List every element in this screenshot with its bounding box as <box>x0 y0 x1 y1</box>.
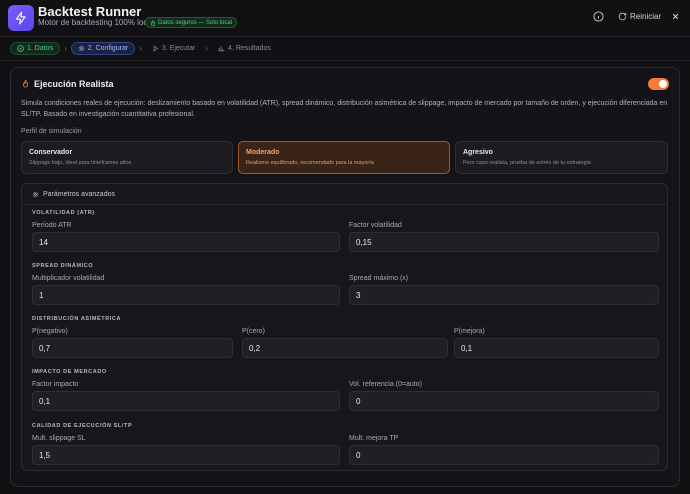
flame-icon <box>22 79 29 88</box>
advanced-params: Parámetros avanzados VOLATILIDAD (ATR) P… <box>21 183 668 471</box>
p-neg-label: P(negativo) <box>32 328 68 335</box>
profile-conservador[interactable]: Conservador Slippage bajo, ideal para ti… <box>21 141 233 174</box>
step-configurar[interactable]: 2. Configurar <box>70 41 136 55</box>
atr-period-label: Período ATR <box>32 222 72 229</box>
step-resultados[interactable]: 4. Resultados <box>212 42 277 55</box>
group-sltp-title: CALIDAD DE EJECUCIÓN SL/TP <box>32 423 133 429</box>
p-neg-input[interactable]: 0,7 <box>32 338 233 358</box>
secure-badge: Datos seguros — Solo local <box>145 17 238 28</box>
info-button[interactable] <box>592 10 604 22</box>
step-datos[interactable]: 1. Datos <box>10 41 61 55</box>
p-better-label: P(mejora) <box>454 328 485 335</box>
vol-mult-label: Multiplicador volatilidad <box>32 275 105 282</box>
profile-moderado[interactable]: Moderado Realismo equilibrado, recomenda… <box>238 141 450 174</box>
reset-button[interactable]: Reiniciar <box>618 10 661 22</box>
header-divider <box>0 36 690 37</box>
app-logo <box>8 5 34 31</box>
play-icon <box>153 44 159 52</box>
check-circle-icon <box>17 44 24 52</box>
lock-icon <box>150 19 156 26</box>
ref-vol-label: Vol. referencia (0=auto) <box>349 381 422 388</box>
tp-mult-input[interactable]: 0 <box>349 445 659 465</box>
chevron-right-icon: › <box>64 43 67 53</box>
vol-mult-input[interactable]: 1 <box>32 285 340 305</box>
info-icon <box>592 10 604 22</box>
p-zero-input[interactable]: 0,2 <box>242 338 448 358</box>
profile-label: Perfil de simulación <box>21 128 82 135</box>
bar-chart-icon <box>218 45 225 51</box>
secure-badge-label: Datos seguros — Solo local <box>158 19 233 26</box>
realistic-execution-card: Ejecución Realista Simula condiciones re… <box>10 67 680 487</box>
vol-factor-input[interactable]: 0,15 <box>349 232 659 252</box>
chevron-right-icon: › <box>139 43 142 53</box>
profile-agresivo[interactable]: Agresivo Peor caso realista, prueba de e… <box>455 141 668 174</box>
group-spread-title: SPREAD DINÁMICO <box>32 263 94 269</box>
p-better-input[interactable]: 0,1 <box>454 338 659 358</box>
app-header: Backtest Runner Motor de backtesting 100… <box>0 0 690 36</box>
atr-period-input[interactable]: 14 <box>32 232 340 252</box>
tp-mult-label: Mult. mejora TP <box>349 435 399 442</box>
stepper: 1. Datos › 2. Configurar › 3. Ejecutar ›… <box>10 41 277 55</box>
group-volatility-title: VOLATILIDAD (ATR) <box>32 210 95 216</box>
refresh-icon <box>618 12 627 20</box>
gear-icon <box>32 191 39 198</box>
impact-factor-input[interactable]: 0,1 <box>32 391 340 411</box>
group-impact-title: IMPACTO DE MERCADO <box>32 369 107 375</box>
reset-label: Reiniciar <box>630 11 662 21</box>
gear-icon <box>78 45 84 51</box>
section-header: Ejecución Realista <box>21 79 114 89</box>
sl-mult-label: Mult. slippage SL <box>32 435 86 442</box>
advanced-header[interactable]: Parámetros avanzados <box>32 191 115 198</box>
group-distribution-title: DISTRIBUCIÓN ASIMÉTRICA <box>32 316 122 322</box>
step-ejecutar[interactable]: 3. Ejecutar <box>146 42 201 55</box>
p-zero-label: P(cero) <box>242 328 265 335</box>
lightning-icon <box>15 11 26 25</box>
app-title: Backtest Runner <box>38 4 142 19</box>
impact-factor-label: Factor impacto <box>32 381 79 388</box>
vol-factor-label: Factor volatilidad <box>349 222 402 229</box>
close-button[interactable] <box>669 10 681 22</box>
ref-vol-input[interactable]: 0 <box>349 391 659 411</box>
sl-mult-input[interactable]: 1,5 <box>32 445 340 465</box>
stepper-divider <box>0 60 690 61</box>
realistic-toggle[interactable] <box>648 78 669 90</box>
section-description: Simula condiciones reales de ejecución: … <box>21 100 668 118</box>
toggle-knob <box>659 80 667 88</box>
advanced-divider <box>22 204 667 205</box>
max-spread-label: Spread máximo (x) <box>349 275 409 282</box>
max-spread-input[interactable]: 3 <box>349 285 659 305</box>
section-title: Ejecución Realista <box>34 79 114 89</box>
app-subtitle: Motor de backtesting 100% local <box>38 18 154 27</box>
close-icon <box>672 13 678 19</box>
chevron-right-icon: › <box>205 43 209 53</box>
